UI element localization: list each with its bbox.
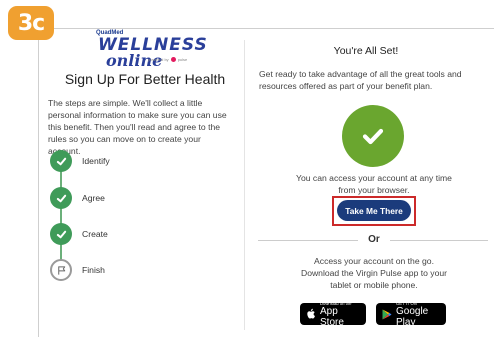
go-line-1: Access your account on the go. [314,256,434,266]
step-label: Finish [82,265,105,275]
step-agree: Agree [50,187,105,209]
pulse-logo-icon [170,57,176,62]
step-label: Identify [82,156,110,166]
step-create: Create [50,223,108,245]
access-line-1: You can access your account at any time [296,173,452,183]
go-line-3: tablet or mobile phone. [330,280,418,290]
page-title: Sign Up For Better Health [64,71,226,87]
or-divider-right [390,240,488,241]
step-label: Agree [82,193,105,203]
apple-icon [306,308,316,320]
logo-pulse-text: pulse [177,57,188,62]
column-divider [244,40,245,330]
google-play-text: GET IT ON Google Play [396,301,440,328]
check-icon [50,150,72,172]
google-play-big: Google Play [396,305,429,328]
step-finish: Finish [50,259,105,281]
success-check-icon [342,105,404,167]
signup-description: The steps are simple. We'll collect a li… [48,98,227,156]
go-line-2: Download the Virgin Pulse app to your [300,268,448,278]
check-icon [50,187,72,209]
step-identify: Identify [50,150,110,172]
wellness-online-logo: QuadMed WELLNESS online powered by pulse [96,30,207,70]
success-description: Get ready to take advantage of all the g… [259,69,462,91]
app-store-text: Download on the App Store [320,301,360,328]
mobile-access-text: Access your account on the go. Download … [256,255,492,291]
or-label: Or [368,234,380,245]
logo-powered-by: powered by pulse [148,57,187,62]
progress-line [60,160,62,270]
check-icon [50,223,72,245]
app-store-big: App Store [320,305,344,328]
step-label: Create [82,229,108,239]
or-divider-left [258,240,358,241]
step-badge: 3c [8,6,54,40]
browser-access-text: You can access your account at any time … [256,172,492,196]
flag-icon [50,259,72,281]
logo-powered-text: powered by [148,57,169,62]
google-play-icon [382,309,392,320]
success-title: You're All Set! [333,45,399,57]
take-me-there-button[interactable]: Take Me There [337,200,411,221]
google-play-button[interactable]: GET IT ON Google Play [376,301,446,328]
access-line-2: from your browser. [338,185,410,195]
app-store-button[interactable]: Download on the App Store [300,301,366,328]
